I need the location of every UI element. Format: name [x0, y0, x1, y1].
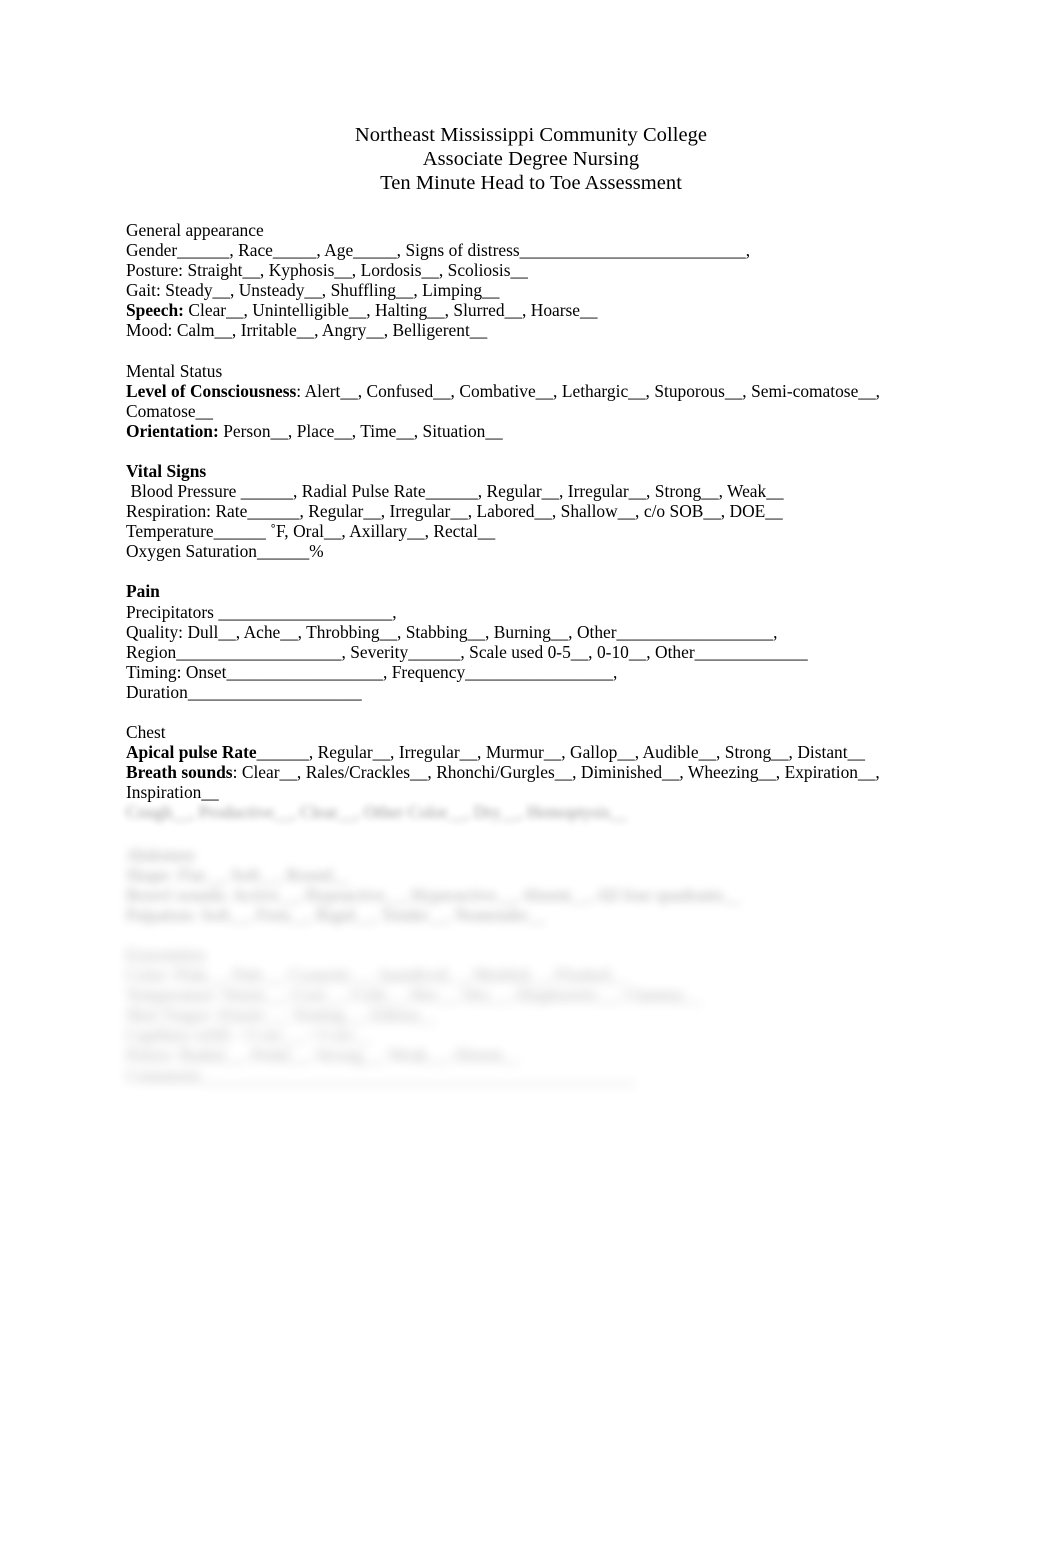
- line-text: Blood Pressure ______, Radial Pulse Rate…: [126, 481, 784, 502]
- line-mood: Mood: Calm__, Irritable__, Angry__, Bell…: [126, 320, 916, 340]
- line-text: Gait: Steady__, Unsteady__, Shuffling__,…: [126, 280, 500, 301]
- line-speech: Speech: Clear__, Unintelligible__, Halti…: [126, 300, 916, 320]
- line-text: : Clear__, Rales/Crackles__, Rhonchi/Gur…: [126, 762, 880, 803]
- redacted-line: Shape: Flat__, Soft__, Round__: [126, 865, 350, 886]
- line-precipitators: Precipitators ____________________,: [126, 602, 916, 622]
- line-text: ______, Regular__, Irregular__, Murmur__…: [256, 742, 865, 763]
- section-heading-general-appearance: General appearance: [126, 220, 264, 240]
- document-body: General appearance Gender______, Race___…: [126, 220, 916, 802]
- line-text: Duration____________________: [126, 681, 362, 702]
- line-text: Timing: Onset__________________, Frequen…: [126, 661, 618, 682]
- line-timing: Timing: Onset__________________, Frequen…: [126, 662, 916, 682]
- title-line-3: Ten Minute Head to Toe Assessment: [380, 171, 682, 194]
- document-page: Northeast Mississippi Community College …: [0, 0, 1062, 1556]
- line-gender-race-age-distress: Gender______, Race_____, Age_____, Signs…: [126, 240, 916, 260]
- line-apical-pulse-rate: Apical pulse Rate______, Regular__, Irre…: [126, 742, 916, 762]
- line-text: Gender______, Race_____, Age_____, Signs…: [126, 240, 751, 261]
- section-heading-pain: Pain: [126, 581, 160, 602]
- redacted-line: Temperature: Warm__, Cool__, Cold__, Hot…: [126, 985, 702, 1006]
- line-breath-sounds: Breath sounds: Clear__, Rales/Crackles__…: [126, 762, 916, 802]
- line-gait: Gait: Steady__, Unsteady__, Shuffling__,…: [126, 280, 916, 300]
- title-line-1: Northeast Mississippi Community College: [354, 124, 708, 146]
- line-text: Person__, Place__, Time__, Situation__: [218, 420, 503, 441]
- line-text: Posture: Straight__, Kyphosis__, Lordosi…: [126, 260, 528, 281]
- line-text: Mood: Calm__, Irritable__, Angry__, Bell…: [126, 320, 488, 341]
- line-text: Respiration: Rate______, Regular__, Irre…: [126, 501, 783, 522]
- document-title: Northeast Mississippi Community College …: [0, 124, 1062, 195]
- line-oxygen-saturation: Oxygen Saturation______%: [126, 541, 916, 561]
- line-level-of-consciousness: Level of Consciousness: Alert__, Confuse…: [126, 381, 916, 421]
- line-duration: Duration____________________: [126, 682, 916, 702]
- line-temperature: Temperature______ ˚F, Oral__, Axillary__…: [126, 521, 916, 541]
- line-respiration: Respiration: Rate______, Regular__, Irre…: [126, 501, 916, 521]
- section-chest: Chest Apical pulse Rate______, Regular__…: [126, 722, 916, 802]
- section-general-appearance: General appearance Gender______, Race___…: [126, 220, 916, 341]
- section-mental-status: Mental Status Level of Consciousness: Al…: [126, 361, 916, 441]
- line-text: Quality: Dull__, Ache__, Throbbing__, St…: [126, 621, 778, 642]
- line-region-severity-scale: Region___________________, Severity_____…: [126, 642, 916, 662]
- line-orientation: Orientation: Person__, Place__, Time__, …: [126, 421, 916, 441]
- redacted-line: Abdomen: [126, 845, 195, 865]
- redacted-line: Palpation: Soft__, Firm__, Rigid__, Tend…: [126, 905, 546, 926]
- redacted-line: Extremities: [126, 945, 207, 965]
- line-text: Temperature______ ˚F, Oral__, Axillary__…: [126, 521, 496, 542]
- label-orientation: Orientation:: [126, 420, 219, 441]
- redacted-block-3: Extremities Color: Pink__, Pale__, Cyano…: [126, 945, 926, 1086]
- label-breath-sounds: Breath sounds: [126, 762, 233, 783]
- redacted-line: Pulses: Radial__, Pedal__, Strong__, Wea…: [126, 1045, 520, 1066]
- title-line-2: Associate Degree Nursing: [422, 147, 640, 170]
- line-text: Region___________________, Severity_____…: [126, 641, 808, 662]
- redacted-line: Bowel sounds: Active__, Hypoactive__, Hy…: [126, 885, 742, 906]
- line-posture: Posture: Straight__, Kyphosis__, Lordosi…: [126, 260, 916, 280]
- label-speech: Speech:: [126, 300, 184, 321]
- label-apical-pulse-rate: Apical pulse Rate: [126, 742, 257, 763]
- section-heading-chest: Chest: [126, 721, 166, 742]
- redacted-line: Comments________________________________…: [126, 1065, 637, 1086]
- redacted-line: Skin Turgor: Elastic__, Tenting__, Edema…: [126, 1005, 437, 1026]
- section-heading-vital-signs: Vital Signs: [126, 460, 207, 481]
- section-heading-mental-status: Mental Status: [126, 360, 223, 381]
- redacted-line: Capillary refill: <3 sec__, >3 sec__: [126, 1025, 373, 1046]
- label-level-of-consciousness: Level of Consciousness: [126, 380, 297, 401]
- line-text: Precipitators ____________________,: [126, 601, 397, 622]
- section-pain: Pain Precipitators ____________________,…: [126, 581, 916, 702]
- redacted-block-2: Abdomen Shape: Flat__, Soft__, Round__ B…: [126, 845, 926, 925]
- redacted-line: Color: Pink__, Pale__, Cyanotic__, Jaund…: [126, 965, 628, 986]
- line-quality: Quality: Dull__, Ache__, Throbbing__, St…: [126, 622, 916, 642]
- redacted-line: Cough__, Productive__, Clear__, Other Co…: [126, 802, 628, 822]
- line-text: Oxygen Saturation______%: [126, 541, 324, 562]
- line-blood-pressure-pulse: Blood Pressure ______, Radial Pulse Rate…: [126, 481, 916, 501]
- redacted-block-1: Cough__, Productive__, Clear__, Other Co…: [126, 802, 926, 822]
- line-text: Clear__, Unintelligible__, Halting__, Sl…: [183, 300, 598, 321]
- section-vital-signs: Vital Signs Blood Pressure ______, Radia…: [126, 461, 916, 561]
